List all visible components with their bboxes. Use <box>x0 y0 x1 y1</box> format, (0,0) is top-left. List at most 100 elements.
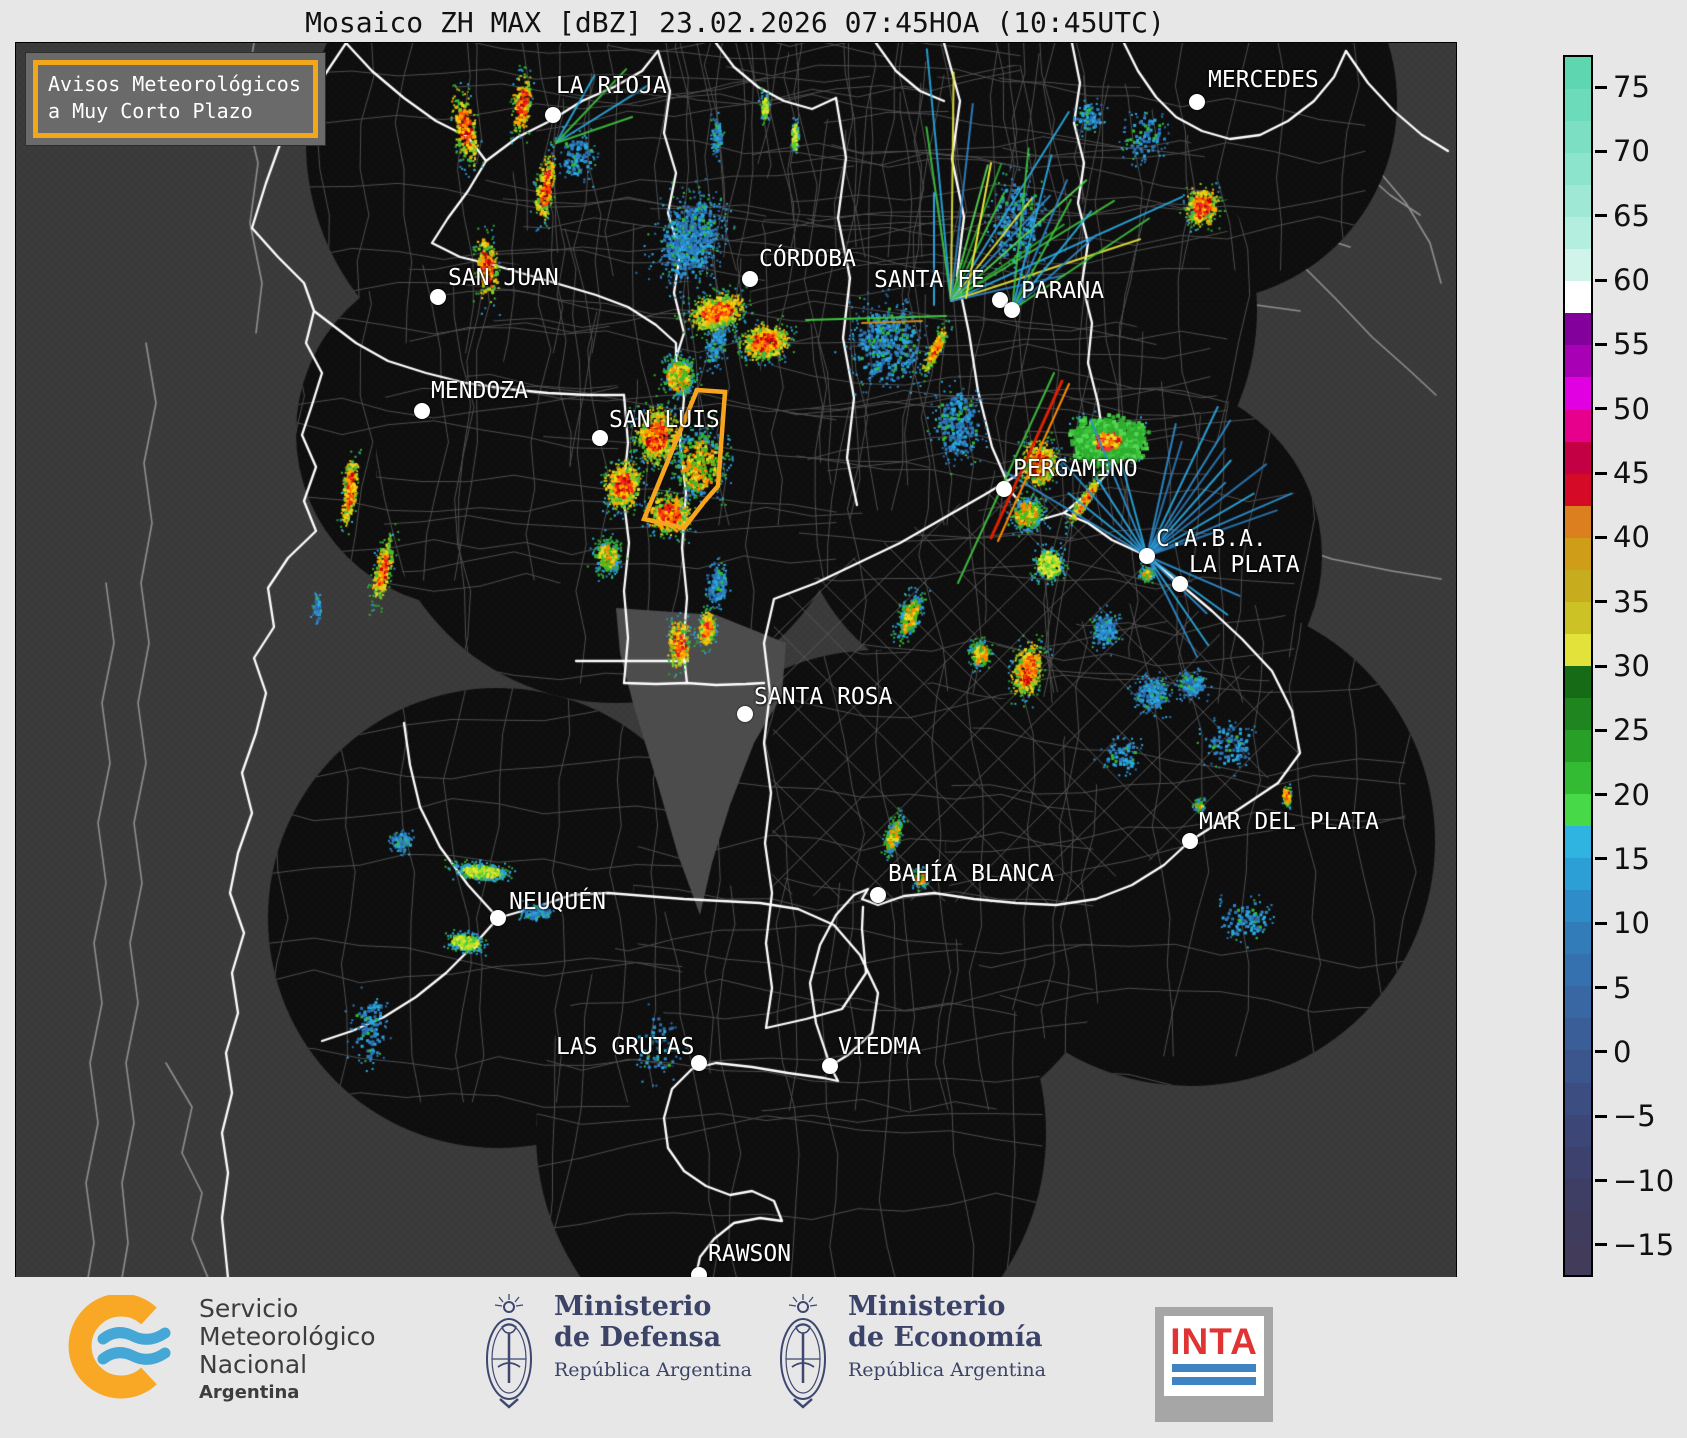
colorbar-segment <box>1565 537 1591 570</box>
colorbar-tick <box>1595 921 1607 925</box>
colorbar-tick <box>1595 214 1607 218</box>
economia-logo-block: Ministerio de Economía República Argenti… <box>772 1291 1046 1417</box>
colorbar-segment <box>1565 665 1591 698</box>
inta-logo-block: INTA <box>1155 1307 1273 1422</box>
colorbar-segment <box>1565 505 1591 538</box>
colorbar-segment <box>1565 1242 1591 1275</box>
colorbar-tick-label: 60 <box>1613 263 1650 298</box>
inta-acronym: INTA <box>1170 1321 1258 1362</box>
colorbar-tick <box>1595 1114 1607 1118</box>
colorbar-tick <box>1595 986 1607 990</box>
colorbar-tick <box>1595 600 1607 604</box>
colorbar-tick-label: 15 <box>1613 841 1650 876</box>
colorbar-segment <box>1565 633 1591 666</box>
colorbar-segment <box>1565 729 1591 763</box>
economia-logo-text: Ministerio de Economía República Argenti… <box>848 1291 1046 1381</box>
warning-line2: a Muy Corto Plazo <box>48 99 253 123</box>
colorbar-segment <box>1565 281 1591 314</box>
colorbar-tick-label: 25 <box>1613 713 1650 748</box>
colorbar-tick <box>1595 85 1607 89</box>
product-title: Mosaico ZH MAX [dBZ] 23.02.2026 07:45HOA… <box>305 6 1165 39</box>
smn-country: Argentina <box>199 1382 300 1403</box>
colorbar-tick <box>1595 407 1607 411</box>
inta-logo-icon: INTA <box>1155 1307 1273 1422</box>
colorbar-tick-label: 5 <box>1613 970 1632 1005</box>
footer-logos: Servicio Meteorológico Nacional Argentin… <box>0 1277 1687 1438</box>
radar-map: LA RIOJA MERCEDES SAN JUAN CÓRDOBA SANTA FE P… <box>15 42 1457 1279</box>
colorbar-segment <box>1565 1114 1591 1147</box>
warning-line1: Avisos Meteorológicos <box>48 72 301 96</box>
colorbar-segment <box>1565 1210 1591 1243</box>
smn-logo-block: Servicio Meteorológico Nacional Argentin… <box>65 1295 376 1403</box>
smn-org-line: Nacional <box>199 1350 308 1379</box>
colorbar-tick-label: 45 <box>1613 456 1650 491</box>
colorbar-segment <box>1565 794 1591 827</box>
colorbar-segment <box>1565 986 1591 1019</box>
colorbar-tick-label: 50 <box>1613 391 1650 426</box>
colorbar-segment <box>1565 473 1591 506</box>
colorbar-tick <box>1595 471 1607 475</box>
colorbar-segment <box>1565 441 1591 474</box>
colorbar-tick <box>1595 1243 1607 1247</box>
colorbar-tick <box>1595 1050 1607 1054</box>
colorbar-segment <box>1565 954 1591 987</box>
colorbar-segment <box>1565 826 1591 859</box>
coat-of-arms-icon <box>486 1294 532 1409</box>
colorbar-segment <box>1565 1050 1591 1083</box>
colorbar-tick-label: 55 <box>1613 327 1650 362</box>
colorbar-segment <box>1565 313 1591 346</box>
colorbar-segment <box>1565 345 1591 378</box>
colorbar-tick <box>1595 1179 1607 1183</box>
radar-map-canvas <box>16 43 1456 1278</box>
colorbar-segment <box>1565 409 1591 442</box>
colorbar-tick <box>1595 535 1607 539</box>
colorbar-segment <box>1565 890 1591 923</box>
ministry-country: República Argentina <box>848 1359 1046 1381</box>
colorbar-tick-label: 40 <box>1613 520 1650 555</box>
colorbar-segment <box>1565 185 1591 218</box>
colorbar-tick <box>1595 857 1607 861</box>
colorbar-segment <box>1565 762 1591 795</box>
reflectivity-colorbar: 75 70 65 60 55 50 45 40 35 30 25 20 15 10 5 0 −5 −10 −15 <box>1563 55 1687 1277</box>
colorbar-segment <box>1565 1018 1591 1051</box>
inta-bar <box>1172 1377 1256 1385</box>
colorbar-tick-label: 35 <box>1613 584 1650 619</box>
colorbar-segment <box>1565 1082 1591 1115</box>
colorbar-tick <box>1595 278 1607 282</box>
colorbar-tick-label: 10 <box>1613 906 1650 941</box>
warning-banner: Avisos Meteorológicos a Muy Corto Plazo <box>26 53 325 145</box>
ministry-dept: de Defensa <box>554 1322 722 1353</box>
colorbar-segment <box>1565 569 1591 602</box>
colorbar-segment <box>1565 858 1591 891</box>
colorbar-tick-label: 65 <box>1613 198 1650 233</box>
colorbar-tick-label: 20 <box>1613 777 1650 812</box>
ministry-country: República Argentina <box>554 1359 752 1381</box>
colorbar-tick-label: 70 <box>1613 134 1650 169</box>
colorbar-segment <box>1565 57 1591 90</box>
colorbar-tick <box>1595 793 1607 797</box>
ministry-name: Ministerio <box>554 1291 712 1322</box>
colorbar-tick <box>1595 342 1607 346</box>
colorbar-tick-label: 75 <box>1613 70 1650 105</box>
colorbar-tick-label: 0 <box>1613 1034 1632 1069</box>
colorbar-segment <box>1565 153 1591 186</box>
defensa-logo-block: Ministerio de Defensa República Argentin… <box>478 1291 752 1417</box>
colorbar-tick-label: −5 <box>1613 1099 1656 1134</box>
colorbar-tick-label: −15 <box>1613 1227 1675 1262</box>
colorbar-tick-label: −10 <box>1613 1163 1675 1198</box>
colorbar-segment <box>1565 121 1591 154</box>
colorbar-segment <box>1565 89 1591 122</box>
warning-banner-frame: Avisos Meteorológicos a Muy Corto Plazo <box>33 60 318 138</box>
smn-logo-text: Servicio Meteorológico Nacional Argentin… <box>199 1294 376 1404</box>
smn-org-line: Servicio <box>199 1294 299 1323</box>
defensa-logo-text: Ministerio de Defensa República Argentin… <box>554 1291 752 1381</box>
colorbar-segment <box>1565 1146 1591 1179</box>
coat-of-arms-icon <box>780 1294 826 1409</box>
colorbar-segment <box>1565 377 1591 410</box>
ministry-name: Ministerio <box>848 1291 1006 1322</box>
colorbar-segment <box>1565 922 1591 955</box>
colorbar-segment <box>1565 601 1591 634</box>
colorbar-segment <box>1565 1178 1591 1211</box>
colorbar-tick <box>1595 149 1607 153</box>
colorbar-gradient <box>1563 55 1593 1277</box>
